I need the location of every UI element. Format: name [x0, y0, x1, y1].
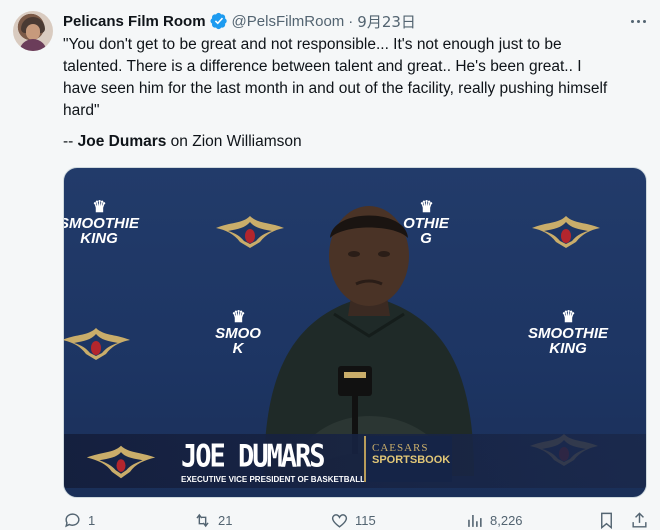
tweet-text-line: have seen him for the last month in and …	[63, 80, 608, 97]
attribution-name: Joe Dumars	[77, 133, 167, 150]
pelicans-logo	[532, 216, 600, 248]
bookmark-button[interactable]	[597, 511, 616, 530]
view-count: 8,226	[490, 513, 523, 528]
retweet-icon	[196, 513, 209, 528]
tweet-text-line: hard"	[63, 102, 100, 119]
reply-button[interactable]: 1	[63, 511, 95, 530]
backdrop-sponsor-logo: ♛ SMOOTHIE KING	[527, 309, 608, 357]
sponsor-line1: CAESARS	[372, 442, 429, 454]
views-button[interactable]: 8,226	[465, 511, 523, 530]
share-button[interactable]	[630, 511, 649, 530]
tweet-date[interactable]: 9月23日	[357, 11, 416, 32]
reply-icon	[65, 513, 80, 528]
backdrop-sponsor-logo: ♛ SMOOTHIE KING	[63, 200, 144, 247]
tweet-attribution: -- Joe Dumars on Zion Williamson	[63, 133, 302, 151]
views-icon	[468, 514, 482, 527]
attribution-suffix: on Zion Williamson	[166, 133, 302, 150]
author-avatar[interactable]	[13, 11, 53, 51]
more-icon[interactable]	[628, 13, 648, 29]
tweet[interactable]: Pelicans Film Room @PelsFilmRoom · 9月23日…	[0, 0, 660, 530]
verified-badge-icon	[210, 12, 228, 30]
share-icon	[632, 512, 647, 528]
media-image[interactable]: ♛ SMOOTHIE KING ♛ SMOO K ♛ OTHIE G ♛ SMO…	[63, 167, 647, 498]
tweet-text-line: "You don't get to be great and not respo…	[63, 36, 562, 53]
pelicans-logo	[64, 328, 130, 360]
like-icon	[331, 514, 348, 528]
pelicans-logo	[86, 445, 156, 479]
like-button[interactable]: 115	[330, 511, 376, 530]
like-count: 115	[355, 513, 376, 528]
tweet-text-line: talented. There is a difference between …	[63, 58, 582, 75]
backdrop-sponsor-line1: SMOOTHIE	[63, 215, 139, 232]
tweet-text: "You don't get to be great and not respo…	[63, 34, 653, 122]
retweet-button[interactable]: 21	[193, 511, 232, 530]
attribution-prefix: --	[63, 133, 78, 150]
sponsor-badge: CAESARS SPORTSBOOK	[364, 436, 452, 482]
author-name[interactable]: Pelicans Film Room	[63, 13, 206, 30]
sponsor-line2: SPORTSBOOK	[372, 454, 451, 466]
backdrop-sponsor-line2: KING	[80, 230, 118, 247]
author-handle[interactable]: @PelsFilmRoom	[232, 13, 345, 30]
lower-third-name: JOE DUMARS	[181, 439, 326, 475]
action-bar: 1 21 115 8,226	[63, 511, 653, 530]
tweet-header: Pelicans Film Room @PelsFilmRoom · 9月23日	[63, 11, 416, 31]
bookmark-icon	[601, 512, 612, 530]
reply-count: 1	[88, 513, 96, 528]
retweet-count: 21	[218, 513, 233, 528]
header-separator: ·	[348, 12, 354, 30]
